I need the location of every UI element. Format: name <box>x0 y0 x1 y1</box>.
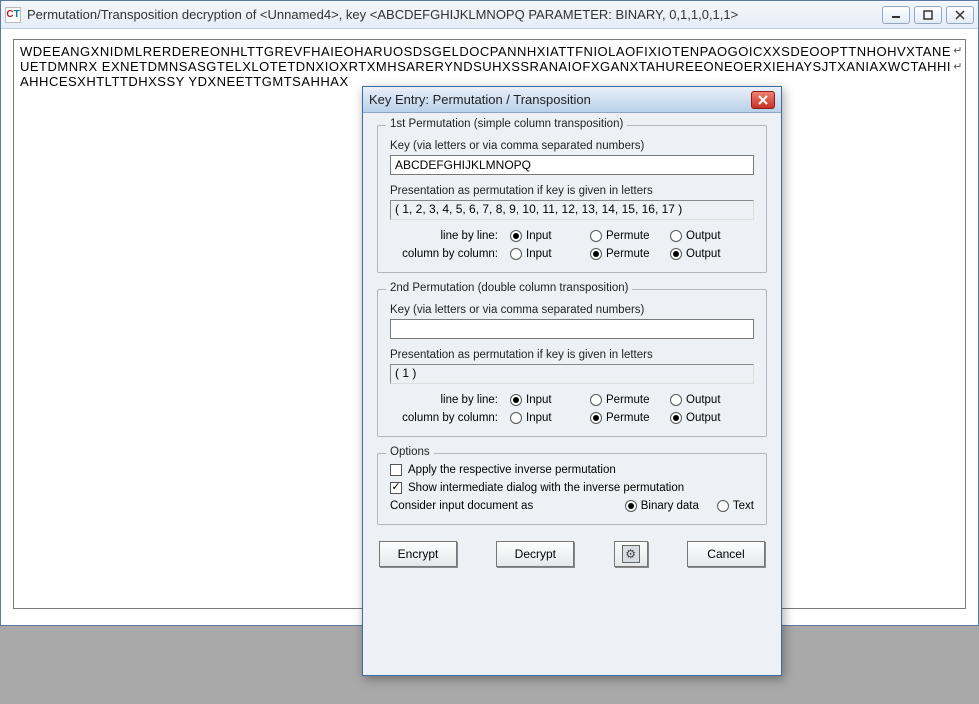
row-label: column by column: <box>390 412 510 424</box>
consider-label: Consider input document as <box>390 500 533 512</box>
key-entry-dialog: Key Entry: Permutation / Transposition 1… <box>362 86 782 676</box>
perm1-line-input-radio[interactable]: Input <box>510 230 590 242</box>
dialog-title: Key Entry: Permutation / Transposition <box>369 92 591 107</box>
first-permutation-group: 1st Permutation (simple column transposi… <box>377 125 767 273</box>
perm1-col-input-radio[interactable]: Input <box>510 248 590 260</box>
perm2-col-output-radio[interactable]: Output <box>670 412 750 424</box>
encrypt-button[interactable]: Encrypt <box>379 541 457 567</box>
presentation-label: Presentation as permutation if key is gi… <box>390 349 754 361</box>
perm2-col-input-radio[interactable]: Input <box>510 412 590 424</box>
options-group: Options Apply the respective inverse per… <box>377 453 767 525</box>
dialog-button-row: Encrypt Decrypt ⚙ Cancel <box>377 541 767 567</box>
cancel-button[interactable]: Cancel <box>687 541 765 567</box>
binary-data-radio[interactable]: Binary data <box>625 500 699 512</box>
group-title: 1st Permutation (simple column transposi… <box>386 118 627 130</box>
perm1-key-input[interactable] <box>390 155 754 175</box>
consider-input-row: Consider input document as Binary data T… <box>390 500 754 512</box>
perm2-presentation: ( 1 ) <box>390 364 754 384</box>
dialog-close-button[interactable] <box>751 91 775 109</box>
perm2-col-permute-radio[interactable]: Permute <box>590 412 670 424</box>
perm1-radio-grid: line by line: Input Permute Output colum… <box>390 230 754 260</box>
group-title: Options <box>386 446 434 458</box>
dialog-titlebar: Key Entry: Permutation / Transposition <box>363 87 781 113</box>
window-controls <box>882 6 974 24</box>
titlebar: CT Permutation/Transposition decryption … <box>1 1 978 29</box>
perm1-col-permute-radio[interactable]: Permute <box>590 248 670 260</box>
second-permutation-group: 2nd Permutation (double column transposi… <box>377 289 767 437</box>
key-label: Key (via letters or via comma separated … <box>390 140 754 152</box>
maximize-button[interactable] <box>914 6 942 24</box>
ciphertext: WDEEANGXNIDMLRERDEREONHLTTGREVFHAIEOHARU… <box>20 44 951 89</box>
perm2-key-input[interactable] <box>390 319 754 339</box>
row-label: line by line: <box>390 230 510 242</box>
app-icon: CT <box>5 7 21 23</box>
row-label: column by column: <box>390 248 510 260</box>
perm2-line-output-radio[interactable]: Output <box>670 394 750 406</box>
perm2-line-input-radio[interactable]: Input <box>510 394 590 406</box>
perm1-col-output-radio[interactable]: Output <box>670 248 750 260</box>
perm2-line-permute-radio[interactable]: Permute <box>590 394 670 406</box>
line-indicator-icon: ↵ <box>953 44 963 57</box>
minimize-button[interactable] <box>882 6 910 24</box>
row-label: line by line: <box>390 394 510 406</box>
perm2-radio-grid: line by line: Input Permute Output colum… <box>390 394 754 424</box>
decrypt-button[interactable]: Decrypt <box>496 541 574 567</box>
group-title: 2nd Permutation (double column transposi… <box>386 282 632 294</box>
perm1-presentation: ( 1, 2, 3, 4, 5, 6, 7, 8, 9, 10, 11, 12,… <box>390 200 754 220</box>
apply-inverse-checkbox[interactable]: Apply the respective inverse permutation <box>390 464 754 476</box>
gear-icon: ⚙ <box>622 545 640 563</box>
perm1-line-permute-radio[interactable]: Permute <box>590 230 670 242</box>
line-indicator-icon: ↵ <box>953 60 963 73</box>
key-label: Key (via letters or via comma separated … <box>390 304 754 316</box>
settings-button[interactable]: ⚙ <box>614 541 648 567</box>
window-title: Permutation/Transposition decryption of … <box>27 7 882 22</box>
show-intermediate-checkbox[interactable]: Show intermediate dialog with the invers… <box>390 482 754 494</box>
close-window-button[interactable] <box>946 6 974 24</box>
presentation-label: Presentation as permutation if key is gi… <box>390 185 754 197</box>
perm1-line-output-radio[interactable]: Output <box>670 230 750 242</box>
text-radio[interactable]: Text <box>717 500 754 512</box>
